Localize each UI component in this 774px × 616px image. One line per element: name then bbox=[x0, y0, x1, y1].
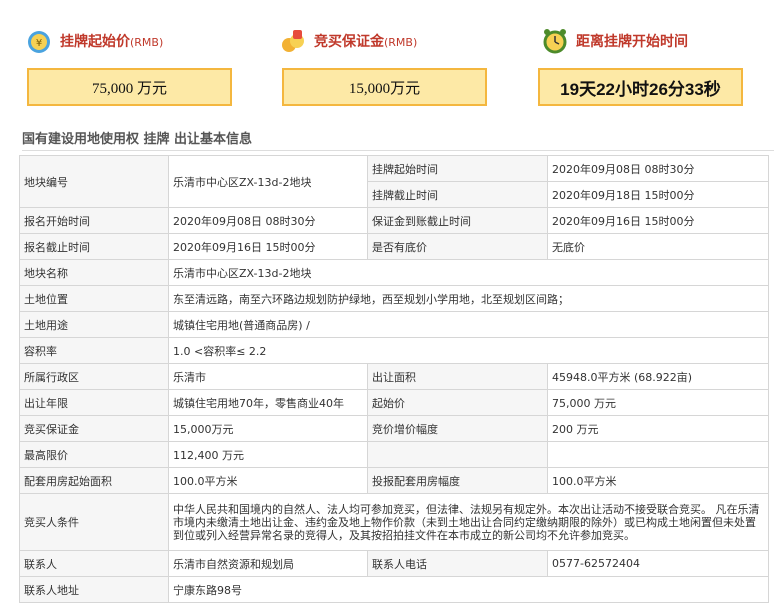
housing-start-area-value: 100.0平方米 bbox=[168, 467, 368, 494]
table-row: 容积率 1.0 <容积率≤ 2.2 bbox=[19, 337, 769, 364]
start-price-row-label: 起始价 bbox=[367, 389, 548, 416]
location-label: 土地位置 bbox=[19, 285, 169, 312]
table-row: 报名开始时间 2020年09月08日 08时30分 保证金到账截止时间 2020… bbox=[19, 207, 769, 234]
empty-cell bbox=[547, 441, 769, 468]
reg-start-label: 报名开始时间 bbox=[19, 207, 169, 234]
coins-icon bbox=[280, 28, 306, 54]
section-title: 国有建设用地使用权 挂牌 出让基本信息 bbox=[22, 128, 774, 151]
term-value: 城镇住宅用地70年，零售商业40年 bbox=[168, 389, 368, 416]
start-price-stat: ¥ 挂牌起始价(RMB) bbox=[26, 28, 163, 54]
listing-end-value: 2020年09月18日 15时00分 bbox=[547, 181, 769, 208]
start-price-label: 挂牌起始价(RMB) bbox=[60, 34, 164, 50]
table-row: 地块编号 乐清市中心区ZX-13d-2地块 挂牌起始时间 2020年09月08日… bbox=[19, 155, 769, 208]
increment-label: 竞价增价幅度 bbox=[367, 415, 548, 442]
table-row: 联系人地址 宁康东路98号 bbox=[19, 576, 769, 603]
table-row: 最高限价 112,400 万元 bbox=[19, 441, 769, 468]
reserve-label: 是否有底价 bbox=[367, 233, 548, 260]
address-value: 宁康东路98号 bbox=[168, 576, 769, 603]
land-info-table: 地块编号 乐清市中心区ZX-13d-2地块 挂牌起始时间 2020年09月08日… bbox=[19, 155, 769, 603]
far-value: 1.0 <容积率≤ 2.2 bbox=[168, 337, 769, 364]
start-price-value: 75,000 万元 bbox=[27, 68, 232, 106]
deposit-stat: 竞买保证金(RMB) bbox=[280, 28, 417, 54]
countdown-value: 19天22小时26分33秒 bbox=[538, 68, 743, 106]
start-price-row-value: 75,000 万元 bbox=[547, 389, 769, 416]
district-label: 所属行政区 bbox=[19, 363, 169, 390]
term-label: 出让年限 bbox=[19, 389, 169, 416]
table-row: 配套用房起始面积 100.0平方米 投报配套用房幅度 100.0平方米 bbox=[19, 467, 769, 494]
table-row: 土地位置 东至清远路，南至六环路边规划防护绿地，西至规划小学用地，北至规划区间路… bbox=[19, 285, 769, 312]
name-label: 地块名称 bbox=[19, 259, 169, 286]
area-label: 出让面积 bbox=[367, 363, 548, 390]
table-row: 联系人 乐清市自然资源和规划局 联系人电话 0577-62572404 bbox=[19, 550, 769, 577]
bid-deposit-value: 15,000万元 bbox=[168, 415, 368, 442]
deposit-deadline-value: 2020年09月16日 15时00分 bbox=[547, 207, 769, 234]
money-bag-icon: ¥ bbox=[26, 28, 52, 54]
empty-cell bbox=[367, 441, 548, 468]
countdown-label: 距离挂牌开始时间 bbox=[576, 34, 688, 50]
max-price-value: 112,400 万元 bbox=[168, 441, 368, 468]
reg-end-value: 2020年09月16日 15时00分 bbox=[168, 233, 368, 260]
far-label: 容积率 bbox=[19, 337, 169, 364]
deposit-value: 15,000万元 bbox=[282, 68, 487, 106]
table-row: 出让年限 城镇住宅用地70年，零售商业40年 起始价 75,000 万元 bbox=[19, 389, 769, 416]
contact-value: 乐清市自然资源和规划局 bbox=[168, 550, 368, 577]
table-row: 地块名称 乐清市中心区ZX-13d-2地块 bbox=[19, 259, 769, 286]
name-value: 乐清市中心区ZX-13d-2地块 bbox=[168, 259, 769, 286]
usage-value: 城镇住宅用地(普通商品房) / bbox=[168, 311, 769, 338]
plot-no-value: 乐清市中心区ZX-13d-2地块 bbox=[168, 155, 368, 208]
table-row: 竞买人条件 中华人民共和国境内的自然人、法人均可参加竞买，但法律、法规另有规定外… bbox=[19, 493, 769, 551]
district-value: 乐清市 bbox=[168, 363, 368, 390]
phone-value: 0577-62572404 bbox=[547, 550, 769, 577]
listing-start-label: 挂牌起始时间 bbox=[367, 155, 548, 182]
table-row: 报名截止时间 2020年09月16日 15时00分 是否有底价 无底价 bbox=[19, 233, 769, 260]
listing-end-label: 挂牌截止时间 bbox=[367, 181, 548, 208]
location-value: 东至清远路，南至六环路边规划防护绿地，西至规划小学用地，北至规划区间路； bbox=[168, 285, 769, 312]
conditions-label: 竞买人条件 bbox=[19, 493, 169, 551]
summary-header: ¥ 挂牌起始价(RMB) 75,000 万元 竞买保证金(RMB) 15,000… bbox=[0, 0, 774, 125]
max-price-label: 最高限价 bbox=[19, 441, 169, 468]
reserve-value: 无底价 bbox=[547, 233, 769, 260]
listing-start-value: 2020年09月08日 08时30分 bbox=[547, 155, 769, 182]
countdown-stat: 距离挂牌开始时间 bbox=[542, 28, 688, 54]
alarm-clock-icon bbox=[542, 28, 568, 54]
usage-label: 土地用途 bbox=[19, 311, 169, 338]
phone-label: 联系人电话 bbox=[367, 550, 548, 577]
plot-no-label: 地块编号 bbox=[19, 155, 169, 208]
address-label: 联系人地址 bbox=[19, 576, 169, 603]
conditions-value: 中华人民共和国境内的自然人、法人均可参加竞买，但法律、法规另有规定外。本次出让活… bbox=[168, 493, 769, 551]
table-row: 竞买保证金 15,000万元 竞价增价幅度 200 万元 bbox=[19, 415, 769, 442]
deposit-deadline-label: 保证金到账截止时间 bbox=[367, 207, 548, 234]
housing-increment-value: 100.0平方米 bbox=[547, 467, 769, 494]
contact-label: 联系人 bbox=[19, 550, 169, 577]
bid-deposit-label: 竞买保证金 bbox=[19, 415, 169, 442]
reg-end-label: 报名截止时间 bbox=[19, 233, 169, 260]
housing-increment-label: 投报配套用房幅度 bbox=[367, 467, 548, 494]
area-value: 45948.0平方米 (68.922亩) bbox=[547, 363, 769, 390]
deposit-label: 竞买保证金(RMB) bbox=[314, 34, 418, 50]
table-row: 所属行政区 乐清市 出让面积 45948.0平方米 (68.922亩) bbox=[19, 363, 769, 390]
increment-value: 200 万元 bbox=[547, 415, 769, 442]
housing-start-area-label: 配套用房起始面积 bbox=[19, 467, 169, 494]
reg-start-value: 2020年09月08日 08时30分 bbox=[168, 207, 368, 234]
svg-text:¥: ¥ bbox=[36, 38, 42, 49]
table-row: 土地用途 城镇住宅用地(普通商品房) / bbox=[19, 311, 769, 338]
